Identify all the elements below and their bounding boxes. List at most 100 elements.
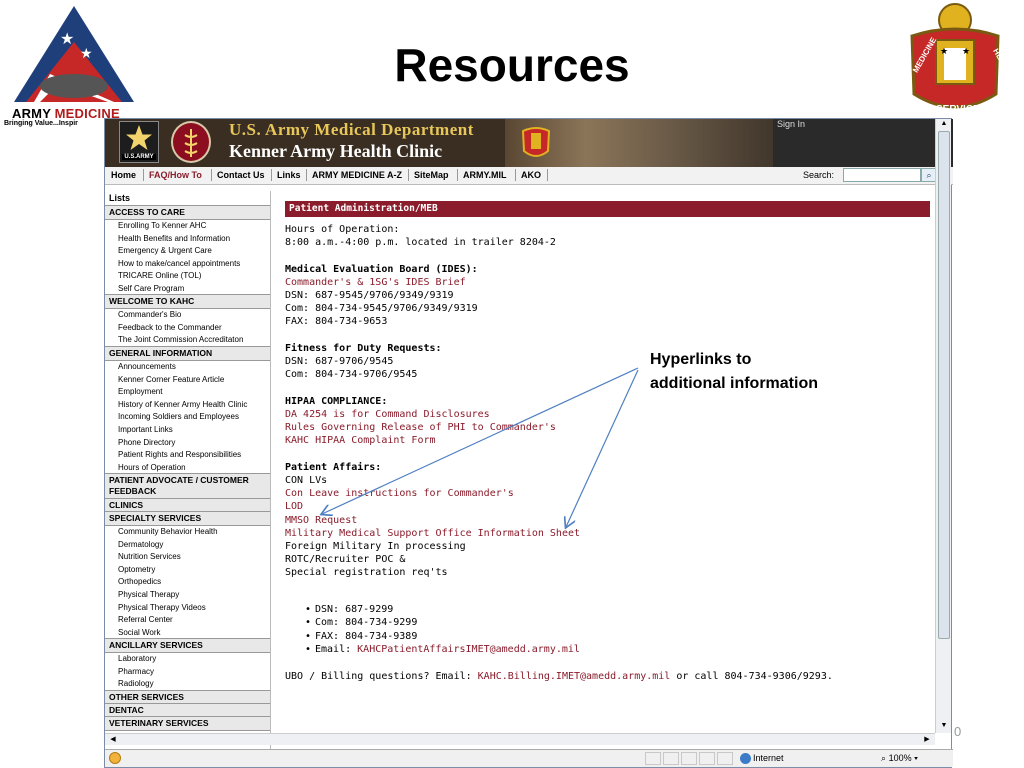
sidebar-section-patient-advocate: PATIENT ADVOCATE / CUSTOMER FEEDBACK <box>105 473 270 499</box>
sidebar-item[interactable]: Pharmacy <box>105 666 270 679</box>
search-input[interactable] <box>843 168 921 182</box>
patient-affairs-link[interactable]: Military Medical Support Office Informat… <box>285 527 580 540</box>
search-icon: ⌕ <box>926 170 932 180</box>
patient-affairs-link[interactable]: Con Leave instructions for Commander's <box>285 487 514 500</box>
list-item: • FAX: 804-734-9389 <box>305 630 418 642</box>
list-item: • Com: 804-734-9299 <box>305 617 418 629</box>
sidebar-heading[interactable]: WELCOME TO KAHC <box>105 294 270 309</box>
ffd-dsn: DSN: 687-9706/9545 <box>285 356 394 367</box>
sidebar-item[interactable]: Radiology <box>105 678 270 691</box>
sidebar-item[interactable]: Employment <box>105 386 270 399</box>
globe-icon <box>740 753 751 764</box>
scroll-down-icon[interactable]: ▼ <box>938 721 950 731</box>
scroll-thumb[interactable] <box>938 131 950 639</box>
crest-icon: ★ ★ MEDICINE HEALTH SERVICE <box>910 3 1015 115</box>
meb-dsn: DSN: 687-9545/9706/9349/9319 <box>285 290 454 301</box>
sidebar-item[interactable]: Enrolling To Kenner AHC <box>105 220 270 233</box>
nav-ako[interactable]: AKO <box>521 170 541 180</box>
ides-brief-link[interactable]: Commander's & 1SG's IDES Brief <box>285 276 466 289</box>
sidebar-item[interactable]: Incoming Soldiers and Employees <box>105 411 270 424</box>
site-navbar: Home FAQ/How To Contact Us Links ARMY ME… <box>105 167 953 185</box>
sidebar-section-veterinary: VETERINARY SERVICES <box>105 716 270 731</box>
sidebar-item[interactable]: Emergency & Urgent Care <box>105 245 270 258</box>
sidebar-item[interactable]: Announcements <box>105 361 270 374</box>
banner-crest-icon <box>521 127 551 157</box>
meb-fax: FAX: 804-734-9653 <box>285 316 388 327</box>
sidebar-lists-title[interactable]: Lists <box>109 193 130 203</box>
con-lvs-text: CON LVs <box>285 475 328 486</box>
army-star-logo[interactable]: U.S.ARMY <box>119 121 159 163</box>
sidebar-item[interactable]: Feedback to the Commander <box>105 322 270 335</box>
sidebar-heading[interactable]: SPECIALTY SERVICES <box>105 511 270 526</box>
main-content: Patient Administration/MEB Hours of Oper… <box>271 185 935 759</box>
sidebar-section-specialty: SPECIALTY SERVICES Community Behavior He… <box>105 511 270 639</box>
hipaa-link[interactable]: Rules Governing Release of PHI to Comman… <box>285 421 556 434</box>
nav-links[interactable]: Links <box>277 170 301 180</box>
sidebar-item[interactable]: Physical Therapy Videos <box>105 602 270 615</box>
nav-sitemap[interactable]: SiteMap <box>414 170 449 180</box>
sign-in-link[interactable]: Sign In <box>777 119 805 129</box>
ffd-title: Fitness for Duty Requests: <box>285 343 442 354</box>
hours-text: 8:00 a.m.-4:00 p.m. located in trailer 8… <box>285 237 556 248</box>
ffd-com: Com: 804-734-9706/9545 <box>285 369 418 380</box>
patient-affairs-link[interactable]: LOD <box>285 500 303 513</box>
horizontal-scrollbar[interactable]: ◀ ▶ <box>105 733 935 745</box>
nav-home[interactable]: Home <box>111 170 136 180</box>
patient-affairs-text: Special registration req'ts <box>285 567 448 578</box>
sidebar-item[interactable]: How to make/cancel appointments <box>105 258 270 271</box>
sidebar-item[interactable]: Health Benefits and Information <box>105 233 270 246</box>
scroll-right-icon[interactable]: ▶ <box>921 734 933 746</box>
sidebar-item[interactable]: Orthopedics <box>105 576 270 589</box>
sidebar-heading[interactable]: PATIENT ADVOCATE / CUSTOMER FEEDBACK <box>105 473 270 499</box>
nav-faq[interactable]: FAQ/How To <box>149 170 202 180</box>
list-item: • DSN: 687-9299 <box>305 604 394 615</box>
nav-army-mil[interactable]: ARMY.MIL <box>463 170 507 180</box>
sidebar-heading[interactable]: ACCESS TO CARE <box>105 205 270 220</box>
vertical-scrollbar[interactable]: ▲ ▼ <box>935 119 951 733</box>
sidebar-item[interactable]: Laboratory <box>105 653 270 666</box>
search-label: Search: <box>803 170 835 180</box>
sidebar-heading[interactable]: ANCILLARY SERVICES <box>105 638 270 653</box>
patient-affairs-link[interactable]: MMSO Request <box>285 514 357 527</box>
sidebar-heading[interactable]: GENERAL INFORMATION <box>105 346 270 361</box>
slide-title: Resources <box>394 39 630 91</box>
brand-tagline: Bringing Value...Inspir <box>4 120 78 127</box>
sidebar-item[interactable]: Important Links <box>105 424 270 437</box>
sidebar-item[interactable]: Dermatology <box>105 539 270 552</box>
clinic-title: Kenner Army Health Clinic <box>229 141 443 161</box>
hipaa-link[interactable]: DA 4254 is for Command Disclosures <box>285 408 490 421</box>
sidebar-item[interactable]: Nutrition Services <box>105 551 270 564</box>
star-icon <box>126 125 152 150</box>
patient-affairs-text: Foreign Military In processing <box>285 541 466 552</box>
sidebar-item[interactable]: Phone Directory <box>105 437 270 450</box>
scroll-up-icon[interactable]: ▲ <box>938 119 950 129</box>
sidebar-item[interactable]: Patient Rights and Responsibilities <box>105 449 270 462</box>
sidebar-item[interactable]: Community Behavior Health <box>105 526 270 539</box>
list-item: • Email: KAHCPatientAffairsIMET@amedd.arm… <box>305 644 580 656</box>
sidebar-item[interactable]: The Joint Commission Accreditaton <box>105 334 270 347</box>
nav-army-medicine-az[interactable]: ARMY MEDICINE A-Z <box>312 170 402 180</box>
hipaa-link[interactable]: KAHC HIPAA Complaint Form <box>285 434 436 447</box>
scroll-left-icon[interactable]: ◀ <box>107 734 119 746</box>
patient-affairs-title: Patient Affairs: <box>285 462 382 473</box>
nav-contact-us[interactable]: Contact Us <box>217 170 265 180</box>
department-title: U.S. Army Medical Department <box>229 120 474 139</box>
sidebar-section-ancillary: ANCILLARY SERVICES Laboratory Pharmacy R… <box>105 638 270 691</box>
zoom-level[interactable]: ⌕ 100% ▾ <box>881 753 918 764</box>
sidebar: Lists ACCESS TO CARE Enrolling To Kenner… <box>105 191 271 759</box>
sidebar-item[interactable]: History of Kenner Army Health Clinic <box>105 399 270 412</box>
sidebar-section-welcome: WELCOME TO KAHC Commander's Bio Feedback… <box>105 294 270 347</box>
sidebar-item[interactable]: Physical Therapy <box>105 589 270 602</box>
page-status-icon <box>109 752 121 764</box>
sidebar-item[interactable]: TRICARE Online (TOL) <box>105 270 270 283</box>
sidebar-item[interactable]: Optometry <box>105 564 270 577</box>
billing-email-link[interactable]: KAHC.Billing.IMET@amedd.army.mil <box>478 671 671 682</box>
patient-affairs-email-link[interactable]: KAHCPatientAffairsIMET@amedd.army.mil <box>357 644 580 655</box>
sidebar-item[interactable]: Commander's Bio <box>105 309 270 322</box>
sidebar-item[interactable]: Referral Center <box>105 614 270 627</box>
content-header: Patient Administration/MEB <box>285 201 930 217</box>
sidebar-heading[interactable]: VETERINARY SERVICES <box>105 716 270 731</box>
svg-text:★: ★ <box>940 47 948 57</box>
magnifier-icon: ⌕ <box>881 753 887 763</box>
sidebar-item[interactable]: Kenner Corner Feature Article <box>105 374 270 387</box>
